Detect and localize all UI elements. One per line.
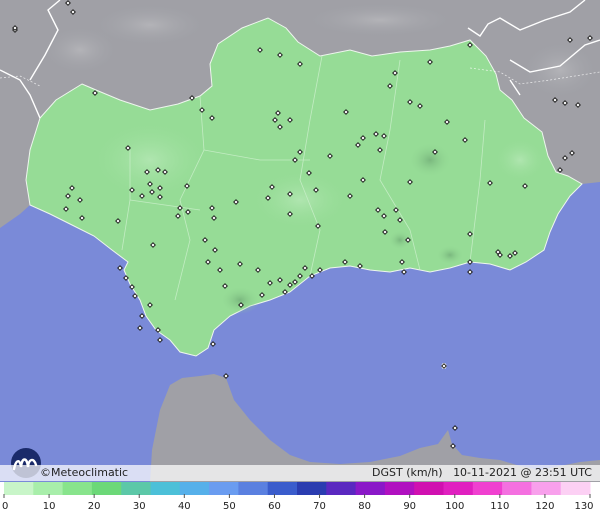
scale-tick-label: 50 xyxy=(223,501,236,512)
scale-tick-label: 120 xyxy=(535,501,554,512)
scale-swatch xyxy=(4,482,34,495)
scale-tick-label: 110 xyxy=(490,501,509,512)
scale-swatch xyxy=(33,482,64,495)
map xyxy=(0,0,600,483)
scale-swatch xyxy=(326,482,357,495)
scale-swatch xyxy=(238,482,269,495)
info-bar: ©Meteoclimatic DGST (km/h) 10-11-2021 @ … xyxy=(0,465,600,481)
scale-swatch xyxy=(355,482,386,495)
scale-swatch xyxy=(502,482,532,495)
scale-tick-label: 130 xyxy=(574,501,593,512)
scale-tick-label: 90 xyxy=(403,501,416,512)
scale-tick-label: 30 xyxy=(133,501,146,512)
scale-tick-label: 80 xyxy=(358,501,371,512)
scale-swatch xyxy=(121,482,151,495)
variable-label: DGST (km/h) xyxy=(372,466,443,479)
scale-swatch xyxy=(560,482,591,495)
scale-swatch xyxy=(531,482,562,495)
timestamp-label: 10-11-2021 @ 23:51 UTC xyxy=(453,466,592,479)
scale-swatch xyxy=(267,482,298,495)
credit-text: ©Meteoclimatic xyxy=(40,466,129,479)
scale-tick-label: 10 xyxy=(43,501,56,512)
scale-swatch xyxy=(209,482,239,495)
scale-tick-label: 0 xyxy=(2,501,8,512)
caption-text: DGST (km/h) 10-11-2021 @ 23:51 UTC xyxy=(372,465,592,481)
scale-swatch xyxy=(91,482,122,495)
scale-swatch xyxy=(150,482,181,495)
scale-swatch xyxy=(384,482,415,495)
scale-swatch xyxy=(179,482,210,495)
scale-tick-label: 20 xyxy=(88,501,101,512)
scale-swatch xyxy=(414,482,444,495)
scale-tick-label: 100 xyxy=(445,501,464,512)
scale-tick-label: 40 xyxy=(178,501,191,512)
scale-tick-label: 60 xyxy=(268,501,281,512)
scale-swatch xyxy=(472,482,503,495)
color-scale-legend: 0 10 20 30 40 50 60 70 80 90 100 110 120 130 xyxy=(0,482,600,517)
scale-tick-label: 70 xyxy=(313,501,326,512)
scale-swatch xyxy=(62,482,93,495)
scale-swatch xyxy=(297,482,327,495)
scale-swatch xyxy=(443,482,474,495)
